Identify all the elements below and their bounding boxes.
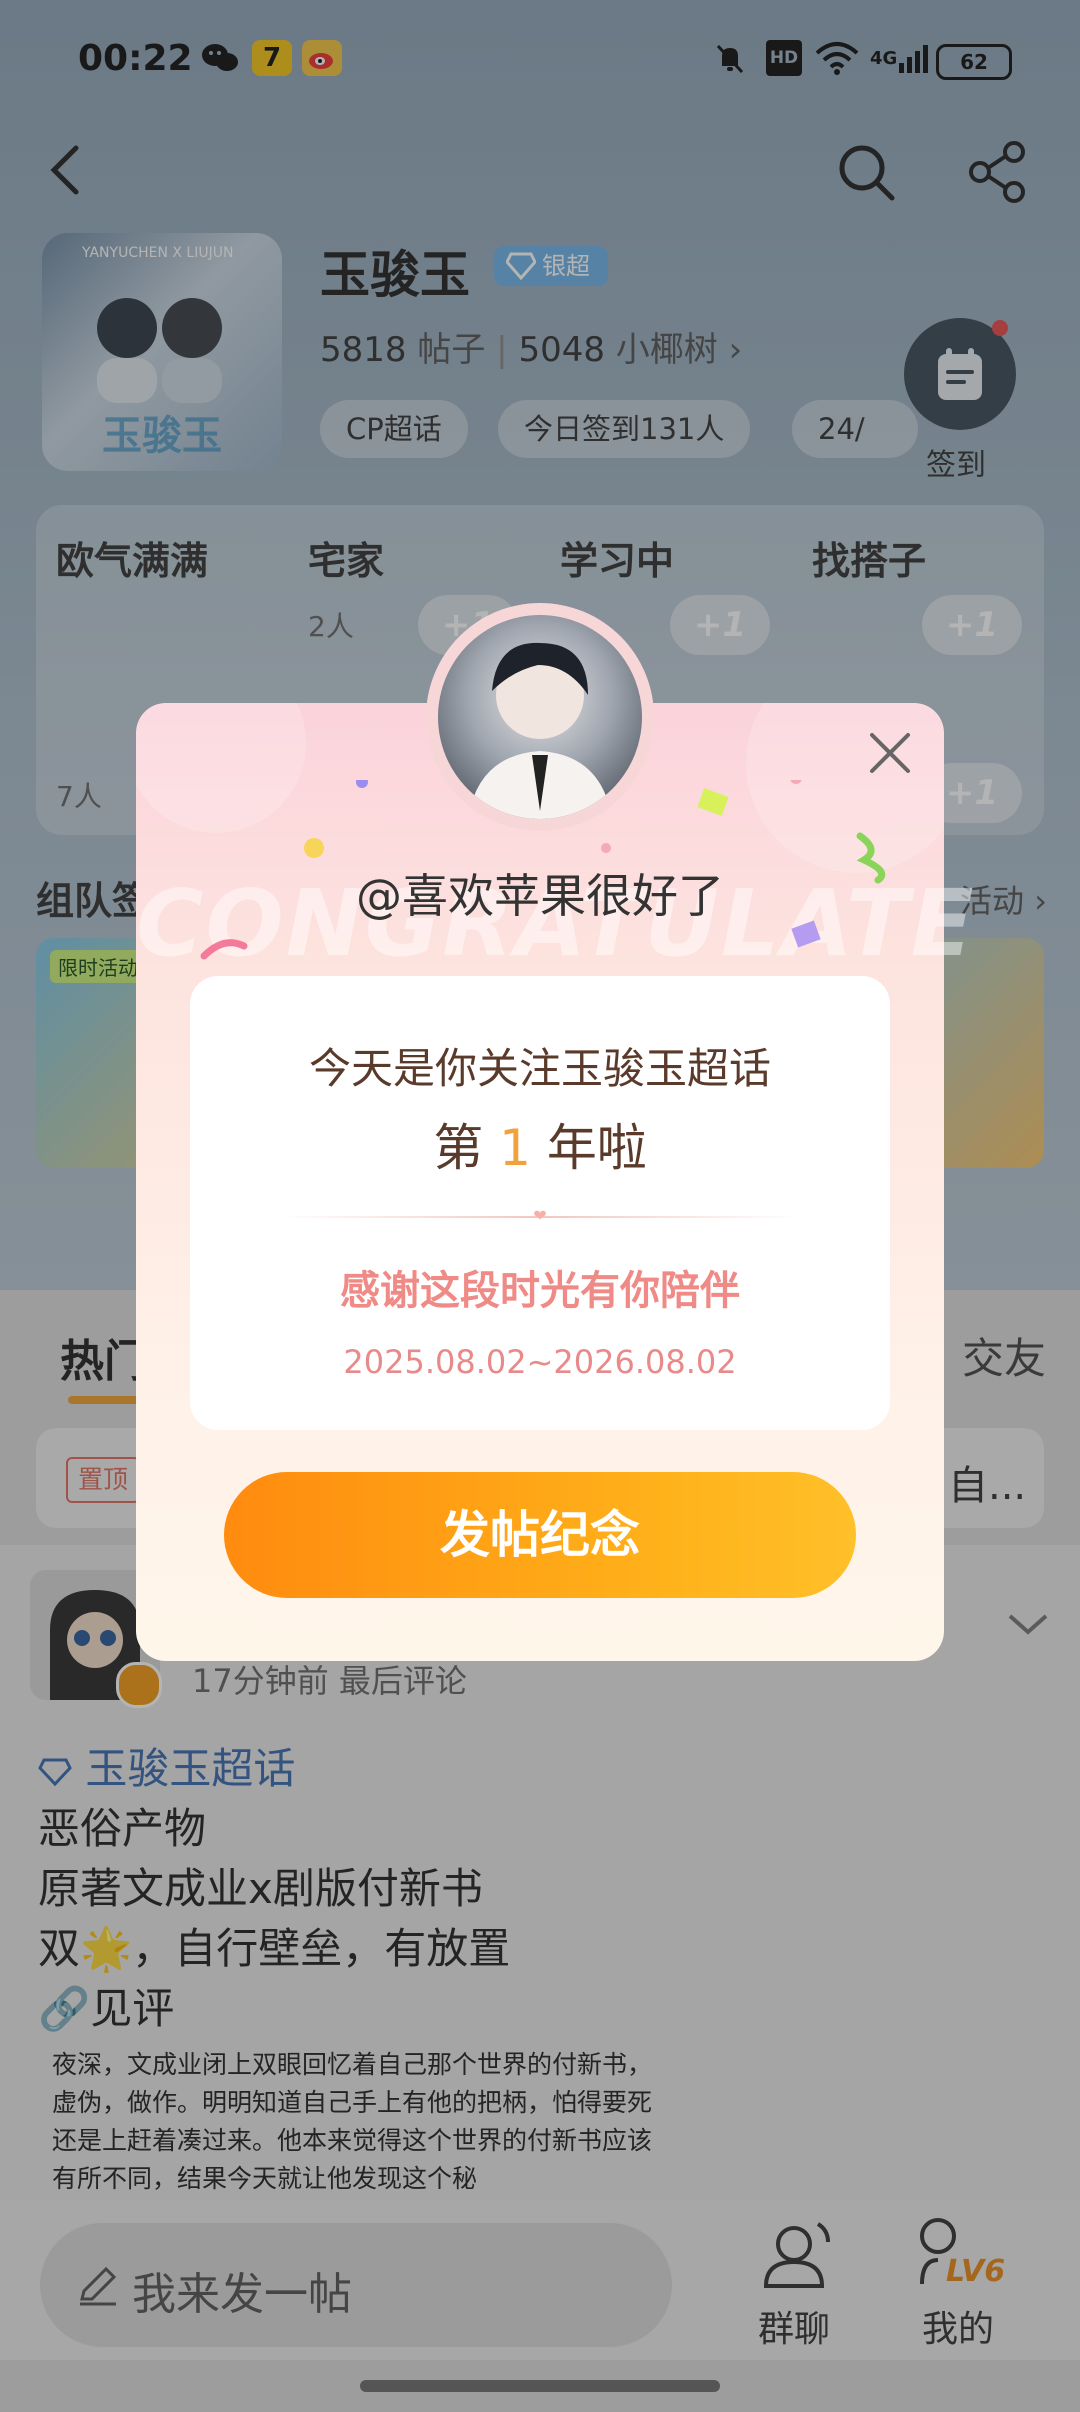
- year-number: 1: [499, 1119, 531, 1177]
- post-commemorate-button[interactable]: 发帖纪念: [224, 1472, 856, 1598]
- heart-icon: ❤: [533, 1206, 547, 1225]
- anniversary-line-1: 今天是你关注玉骏玉超话: [308, 1044, 771, 1093]
- date-range: 2025.08.02~2026.08.02: [343, 1343, 737, 1381]
- close-icon[interactable]: [862, 725, 918, 781]
- anniversary-line-2: 第 1 年啦: [190, 1108, 890, 1180]
- dialog-username: @喜欢苹果很好了: [356, 869, 724, 923]
- dialog-avatar: [438, 615, 642, 819]
- year-prefix: 第: [433, 1119, 484, 1177]
- thanks-text: 感谢这段时光有你陪伴: [340, 1268, 740, 1314]
- year-suffix: 年啦: [546, 1119, 647, 1177]
- home-indicator[interactable]: [360, 2380, 720, 2392]
